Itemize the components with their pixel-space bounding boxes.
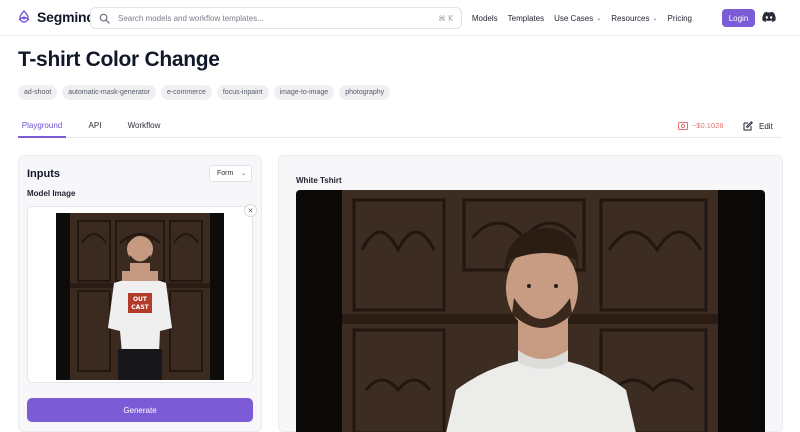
page-title: T-shirt Color Change [18, 48, 220, 71]
output-label: White Tshirt [296, 176, 342, 185]
chevron-down-icon: ⌄ [240, 171, 246, 177]
tag-chip[interactable]: focus-inpaint [216, 85, 269, 100]
nav-link-models[interactable]: Models [472, 14, 498, 23]
inputs-title: Inputs [27, 168, 60, 180]
tag-chip[interactable]: photography [339, 85, 391, 100]
logo-text: Segmind [37, 9, 95, 25]
tag-chip[interactable]: automatic-mask-generator [62, 85, 156, 100]
tag-list: ad-shoot automatic-mask-generator e-comm… [18, 85, 391, 100]
chevron-down-icon: ⌄ [652, 15, 658, 22]
tag-chip[interactable]: e-commerce [160, 85, 212, 100]
nav-link-templates[interactable]: Templates [508, 14, 544, 23]
generate-button[interactable]: Generate [27, 398, 253, 422]
discord-icon[interactable] [762, 11, 776, 23]
segmind-logo[interactable]: Segmind [16, 9, 95, 25]
output-panel: White Tshirt [278, 155, 783, 432]
nav-link-label: Templates [507, 13, 545, 23]
nav-link-pricing[interactable]: Pricing [668, 14, 692, 23]
mode-select[interactable]: Form ⌄ [209, 165, 252, 182]
nav-link-resources[interactable]: Resources ⌄ [611, 14, 657, 23]
thumbnail-print-line1: OUT [133, 296, 148, 303]
search-icon [99, 13, 110, 24]
tab-playground[interactable]: Playground [18, 116, 66, 138]
edit-button[interactable]: Edit [743, 121, 773, 131]
search-bar[interactable]: ⌘ K [90, 7, 462, 29]
cost-indicator: ~$0.1028 [678, 121, 724, 130]
money-icon [678, 121, 688, 130]
output-image [296, 190, 765, 432]
login-button[interactable]: Login [722, 9, 755, 27]
tag-chip[interactable]: image-to-image [273, 85, 335, 100]
nav-link-label: Pricing [667, 13, 692, 23]
tab-api[interactable]: API [82, 116, 108, 138]
nav-link-use-cases[interactable]: Use Cases ⌄ [554, 14, 601, 23]
chevron-down-icon: ⌄ [596, 15, 602, 22]
tab-bar: Playground API Workflow [18, 116, 782, 138]
nav-links: Models Templates Use Cases ⌄ Resources ⌄ P… [472, 0, 692, 36]
model-image-thumbnail: OUT CAST [56, 213, 224, 380]
tab-workflow[interactable]: Workflow [122, 116, 166, 138]
search-shortcut: ⌘ K [438, 13, 453, 23]
thumbnail-print-line2: CAST [131, 304, 149, 311]
nav-link-label: Use Cases [554, 13, 594, 23]
nav-link-label: Models [471, 13, 498, 23]
close-icon[interactable]: ✕ [244, 204, 257, 217]
tag-chip[interactable]: ad-shoot [18, 85, 58, 100]
search-input[interactable] [118, 13, 418, 23]
inputs-panel: Inputs Form ⌄ Model Image ✕ OUT CAST Gen… [18, 155, 262, 432]
model-image-label: Model Image [27, 189, 76, 198]
nav-link-label: Resources [611, 13, 650, 23]
mode-select-value: Form [217, 170, 234, 177]
model-image-upload[interactable]: ✕ OUT CAST [27, 204, 257, 383]
segmind-logo-icon [18, 10, 30, 23]
top-navbar: Segmind ⌘ K Models Templates Use Cases⌄ … [0, 0, 800, 36]
cost-value: ~$0.1028 [692, 121, 724, 130]
edit-label: Edit [759, 121, 773, 131]
edit-icon [743, 121, 753, 131]
